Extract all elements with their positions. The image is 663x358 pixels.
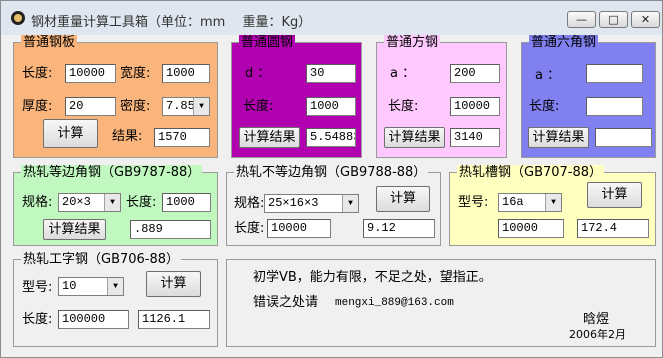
round-result-field: 5.548838 — [306, 128, 356, 147]
ibeam-type-label: 型号: — [22, 280, 53, 295]
app-icon — [11, 11, 25, 25]
unequal-angle-title: 热轧不等边角钢（GB9788-88） — [234, 165, 429, 180]
chevron-down-icon[interactable]: ▼ — [545, 194, 561, 211]
unequal-angle-calc-button[interactable]: 计算 — [376, 186, 430, 212]
equal-angle-length-input[interactable]: 1000 — [162, 193, 211, 212]
equal-angle-result-field: .889 — [130, 220, 211, 239]
square-length-label: 长度: — [388, 99, 419, 114]
channel-type-select[interactable]: 16a ▼ — [498, 193, 562, 212]
round-group: 普通圆钢 d ： 30 长度: 1000 计算结果 5.548838 — [231, 35, 362, 158]
unequal-angle-spec-label: 规格: — [234, 196, 265, 211]
info-author: 晗煜 — [583, 312, 610, 327]
maximize-button[interactable]: □ — [599, 11, 628, 28]
unequal-angle-length-label: 长度: — [234, 221, 265, 236]
square-length-input[interactable]: 10000 — [450, 97, 500, 116]
round-length-label: 长度: — [243, 99, 274, 114]
unequal-angle-spec-select[interactable]: 25×16×3 ▼ — [264, 194, 359, 213]
square-calc-button[interactable]: 计算结果 — [384, 127, 445, 148]
title-bar: 钢材重量计算工具箱（单位：mm 重量：Kg） — □ ✕ — [1, 1, 662, 35]
ibeam-length-label: 长度: — [22, 312, 53, 327]
unequal-angle-group: 热轧不等边角钢（GB9788-88） 规格: 25×16×3 ▼ 计算 长度: … — [226, 165, 441, 246]
hex-calc-button[interactable]: 计算结果 — [528, 127, 589, 148]
ibeam-type-select[interactable]: 10 ▼ — [58, 277, 124, 296]
hex-result-field — [595, 128, 652, 147]
plate-length-label: 长度: — [22, 66, 53, 81]
plate-title: 普通钢板 — [21, 35, 78, 50]
close-button[interactable]: ✕ — [631, 11, 660, 28]
minimize-button[interactable]: — — [567, 11, 596, 28]
client-area: 普通钢板 长度: 10000 宽度: 1000 厚度: 20 密度: 7.85 … — [5, 35, 658, 353]
hex-length-label: 长度: — [529, 99, 560, 114]
info-panel: 初学VB，能力有限，不足之处，望指正。 错误之处请 mengxi_889@163… — [226, 259, 656, 347]
ibeam-result-field: 1126.1 — [138, 310, 210, 329]
app-window: 钢材重量计算工具箱（单位：mm 重量：Kg） — □ ✕ 普通钢板 长度: 10… — [0, 0, 663, 358]
hex-a-label: a ： — [535, 68, 561, 83]
channel-group: 热轧槽钢（GB707-88） 型号: 16a ▼ 计算 10000 172.4 — [449, 165, 656, 246]
square-group: 普通方钢 a ： 200 长度: 10000 计算结果 3140 — [376, 35, 507, 158]
equal-angle-length-label: 长度: — [126, 195, 157, 210]
hex-group: 普通六角钢 a ： 长度: 计算结果 — [521, 35, 656, 158]
plate-width-input[interactable]: 1000 — [162, 64, 210, 83]
info-contact-label: 错误之处请 — [253, 295, 319, 310]
ibeam-title: 热轧工字钢（GB706-88） — [21, 252, 182, 267]
plate-thickness-input[interactable]: 20 — [65, 97, 116, 116]
window-title: 钢材重量计算工具箱（单位：mm 重量：Kg） — [31, 15, 312, 30]
info-message: 初学VB，能力有限，不足之处，望指正。 — [253, 270, 492, 285]
ibeam-length-input[interactable]: 100000 — [58, 310, 129, 329]
plate-result-label: 结果: — [112, 129, 143, 144]
round-title: 普通圆钢 — [239, 35, 296, 50]
ibeam-calc-button[interactable]: 计算 — [146, 271, 201, 297]
plate-density-value: 7.85 — [166, 99, 195, 113]
info-date: 2006年2月 — [569, 328, 626, 341]
hex-length-input[interactable] — [586, 97, 643, 116]
channel-length-input[interactable]: 10000 — [498, 219, 564, 238]
equal-angle-group: 热轧等边角钢（GB9787-88） 规格: 20×3 ▼ 长度: 1000 计算… — [13, 165, 218, 246]
hex-title: 普通六角钢 — [529, 35, 599, 50]
round-calc-button[interactable]: 计算结果 — [239, 127, 300, 148]
chevron-down-icon[interactable]: ▼ — [342, 195, 358, 212]
unequal-angle-spec-value: 25×16×3 — [268, 196, 319, 210]
plate-result-field: 1570 — [154, 128, 210, 147]
ibeam-group: 热轧工字钢（GB706-88） 型号: 10 ▼ 计算 长度: 100000 1… — [13, 252, 218, 347]
square-a-label: a ： — [390, 66, 416, 81]
chevron-down-icon[interactable]: ▼ — [193, 98, 209, 115]
unequal-angle-length-input[interactable]: 10000 — [267, 219, 331, 238]
plate-group: 普通钢板 长度: 10000 宽度: 1000 厚度: 20 密度: 7.85 … — [13, 35, 218, 158]
channel-title: 热轧槽钢（GB707-88） — [457, 165, 605, 180]
equal-angle-spec-select[interactable]: 20×3 ▼ — [58, 193, 121, 212]
square-a-input[interactable]: 200 — [450, 64, 500, 83]
chevron-down-icon[interactable]: ▼ — [107, 278, 123, 295]
plate-thickness-label: 厚度: — [22, 99, 53, 114]
channel-result-field: 172.4 — [577, 219, 649, 238]
plate-density-label: 密度: — [120, 99, 151, 114]
channel-type-value: 16a — [502, 195, 524, 209]
round-d-input[interactable]: 30 — [306, 64, 356, 83]
plate-length-input[interactable]: 10000 — [65, 64, 116, 83]
hex-a-input[interactable] — [586, 64, 643, 83]
plate-density-select[interactable]: 7.85 ▼ — [162, 97, 210, 116]
ibeam-type-value: 10 — [62, 279, 77, 293]
chevron-down-icon[interactable]: ▼ — [104, 194, 120, 211]
equal-angle-spec-value: 20×3 — [62, 195, 91, 209]
info-email: mengxi_889@163.com — [335, 297, 454, 309]
round-d-label: d ： — [245, 66, 271, 81]
equal-angle-calc-button[interactable]: 计算结果 — [43, 219, 106, 240]
equal-angle-spec-label: 规格: — [22, 195, 53, 210]
square-result-field: 3140 — [450, 128, 500, 147]
channel-type-label: 型号: — [458, 195, 489, 210]
plate-width-label: 宽度: — [120, 66, 151, 81]
equal-angle-title: 热轧等边角钢（GB9787-88） — [21, 165, 203, 180]
plate-calc-button[interactable]: 计算 — [43, 119, 98, 148]
square-title: 普通方钢 — [384, 35, 441, 50]
unequal-angle-result-field: 9.12 — [363, 219, 435, 238]
round-length-input[interactable]: 1000 — [306, 97, 356, 116]
channel-calc-button[interactable]: 计算 — [587, 182, 642, 208]
